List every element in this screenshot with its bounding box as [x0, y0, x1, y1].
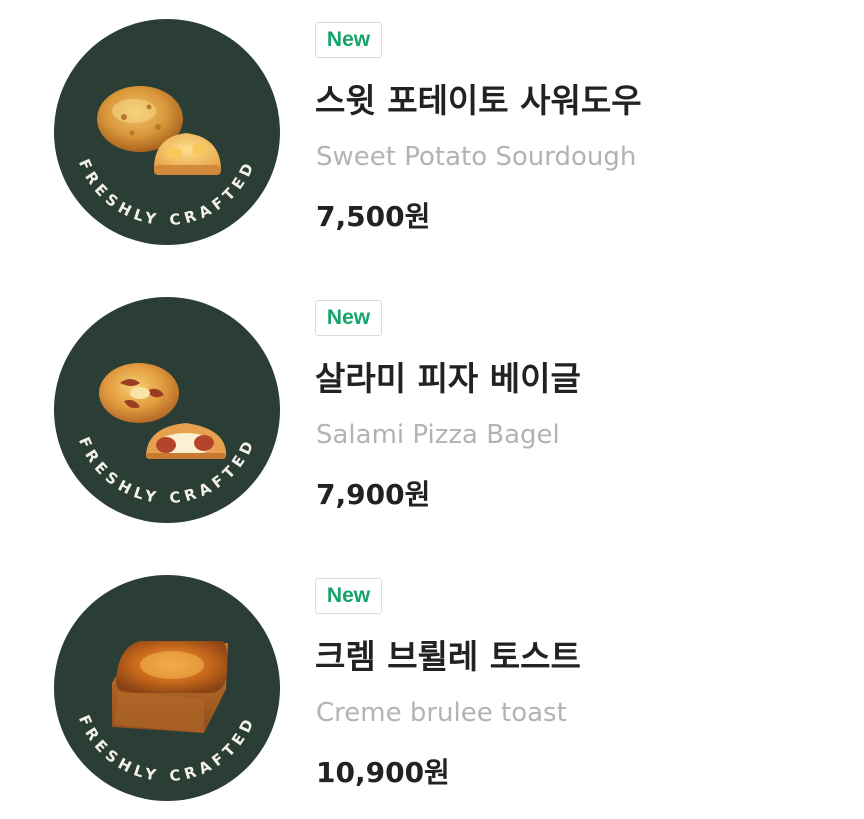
product-list: FRESHLY CRAFTED New 스윗 포테이토 사워도우 Sweet P…: [0, 0, 864, 819]
product-thumbnail[interactable]: FRESHLY CRAFTED: [54, 19, 280, 245]
new-badge: New: [315, 300, 382, 336]
product-name-english: Sweet Potato Sourdough: [316, 142, 637, 172]
product-item-creme-brulee-toast[interactable]: FRESHLY CRAFTED New 크렘 브륄레 토스트 Creme bru…: [0, 556, 864, 816]
product-thumbnail[interactable]: FRESHLY CRAFTED: [54, 297, 280, 523]
product-price: 10,900원: [316, 756, 450, 789]
product-item-salami-pizza-bagel[interactable]: FRESHLY CRAFTED New 살라미 피자 베이글 Salami Pi…: [0, 278, 864, 538]
product-name-korean: 살라미 피자 베이글: [315, 359, 581, 398]
product-price: 7,500원: [316, 200, 431, 233]
product-item-sweet-potato-sourdough[interactable]: FRESHLY CRAFTED New 스윗 포테이토 사워도우 Sweet P…: [0, 0, 864, 260]
product-name-korean: 크렘 브륄레 토스트: [315, 637, 581, 676]
product-thumbnail[interactable]: FRESHLY CRAFTED: [54, 575, 280, 801]
product-price: 7,900원: [316, 478, 431, 511]
sourdough-bread-icon: FRESHLY CRAFTED: [75, 86, 254, 229]
new-badge: New: [315, 22, 382, 58]
pizza-bagel-icon: FRESHLY CRAFTED: [75, 363, 254, 507]
product-name-english: Salami Pizza Bagel: [316, 420, 560, 450]
product-name-english: Creme brulee toast: [316, 698, 567, 728]
new-badge: New: [315, 578, 382, 614]
brulee-toast-icon: FRESHLY CRAFTED: [75, 641, 254, 785]
product-name-korean: 스윗 포테이토 사워도우: [315, 81, 642, 120]
